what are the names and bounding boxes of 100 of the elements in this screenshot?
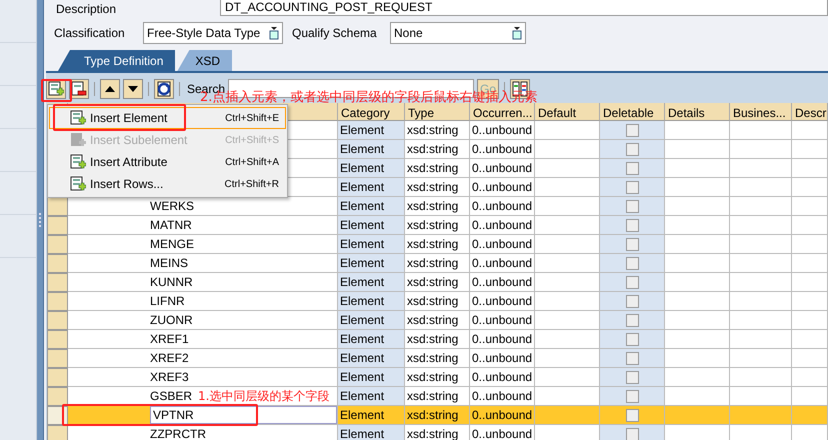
column-header[interactable]: Details (665, 103, 730, 121)
row-selector[interactable] (47, 292, 68, 311)
checkbox[interactable] (626, 200, 638, 213)
checkbox[interactable] (626, 124, 638, 137)
table-cell: xsd:string (405, 140, 470, 159)
table-cell: Element (338, 292, 405, 311)
row-selector[interactable] (47, 197, 68, 216)
checkbox[interactable] (626, 295, 638, 308)
table-cell (792, 254, 828, 273)
table-cell (730, 311, 792, 330)
table-cell (730, 178, 792, 197)
tab[interactable]: XSD (177, 50, 232, 71)
remove-row-icon (71, 80, 87, 96)
splitter-grip-icon[interactable] (38, 213, 42, 227)
table-cell: 0..unbound (470, 216, 535, 235)
table-cell: xsd:string (405, 197, 470, 216)
add-element-icon (70, 110, 86, 126)
table-cell (730, 140, 792, 159)
table-cell (792, 406, 828, 425)
checkbox[interactable] (626, 219, 638, 232)
move-up-button[interactable] (100, 78, 120, 98)
table-cell: xsd:string (405, 178, 470, 197)
row-selector[interactable] (47, 216, 68, 235)
menu-item[interactable]: Insert Attribute Ctrl+Shift+A (49, 151, 286, 173)
checkbox[interactable] (626, 143, 638, 156)
table-cell: 0..unbound (470, 349, 535, 368)
checkbox[interactable] (626, 390, 638, 403)
row-selector[interactable] (47, 311, 68, 330)
name-input-field[interactable]: VPTNR (150, 406, 337, 424)
column-header[interactable]: Busines... (730, 103, 792, 121)
move-down-button[interactable] (123, 78, 143, 98)
checkbox[interactable] (626, 238, 638, 251)
add-row-button[interactable] (46, 78, 66, 98)
table-cell: 0..unbound (470, 330, 535, 349)
row-selector[interactable] (47, 330, 68, 349)
table-cell: Element (338, 406, 405, 425)
row-selector[interactable] (47, 368, 68, 387)
add-element-icon (70, 154, 86, 170)
table-cell: xsd:string (405, 235, 470, 254)
table-cell: Element (338, 197, 405, 216)
row-selector[interactable] (47, 406, 68, 425)
checkbox[interactable] (626, 162, 638, 175)
column-header[interactable]: Occurren... (470, 103, 535, 121)
row-selector[interactable] (47, 425, 68, 440)
checkbox[interactable] (626, 333, 638, 346)
column-header[interactable]: Deletable (600, 103, 665, 121)
checkbox[interactable] (626, 371, 638, 384)
checkbox[interactable] (626, 181, 638, 194)
table-cell: Element (338, 216, 405, 235)
table-cell (792, 235, 828, 254)
table-cell: xsd:string (405, 406, 470, 425)
checkbox[interactable] (626, 352, 638, 365)
table-cell (730, 197, 792, 216)
dropdown-field[interactable]: None (390, 22, 526, 44)
table-cell: xsd:string (405, 292, 470, 311)
table-cell: 0..unbound (470, 254, 535, 273)
table-cell: 0..unbound (470, 197, 535, 216)
shortcut-text: Ctrl+Shift+S (225, 134, 279, 146)
add-row-icon (48, 80, 64, 96)
table-cell: MATNR (68, 216, 338, 235)
table-cell: 0..unbound (470, 292, 535, 311)
row-selector[interactable] (47, 349, 68, 368)
shortcut-text: Ctrl+Shift+R (224, 178, 279, 190)
table-cell: Element (338, 368, 405, 387)
table-cell: 0..unbound (470, 273, 535, 292)
row-selector[interactable] (47, 254, 68, 273)
field-label: Description (56, 2, 118, 16)
add-element-icon (70, 176, 86, 192)
annotation-text: 1.选中同层级的某个字段 (198, 389, 330, 403)
checkbox[interactable] (626, 276, 638, 289)
table-cell: 0..unbound (470, 121, 535, 140)
table-cell (730, 254, 792, 273)
table-cell: 0..unbound (470, 425, 535, 440)
menu-item-label: Insert Attribute (90, 155, 168, 169)
dropdown-field[interactable]: Free-Style Data Type (143, 22, 283, 44)
menu-item[interactable]: Insert Rows... Ctrl+Shift+R (49, 173, 286, 195)
checkbox[interactable] (626, 257, 638, 270)
checkbox[interactable] (626, 428, 638, 440)
column-header[interactable]: Type (405, 103, 470, 121)
column-header[interactable]: Category (338, 103, 405, 121)
table-cell: Element (338, 159, 405, 178)
menu-item[interactable]: Insert Element Ctrl+Shift+E (49, 107, 286, 129)
description-field[interactable]: DT_ACCOUNTING_POST_REQUEST (220, 0, 828, 16)
refresh-button[interactable] (154, 78, 174, 98)
table-cell: Element (338, 140, 405, 159)
row-selector[interactable] (47, 387, 68, 406)
table-cell: xsd:string (405, 368, 470, 387)
table-cell: 0..unbound (470, 311, 535, 330)
remove-row-button[interactable] (69, 78, 89, 98)
table-cell: Element (338, 349, 405, 368)
tab[interactable]: Type Definition (58, 50, 176, 71)
checkbox[interactable] (626, 409, 638, 422)
checkbox[interactable] (626, 314, 638, 327)
column-header[interactable]: Default (535, 103, 600, 121)
column-header[interactable]: Descr (792, 103, 828, 121)
table-cell (730, 159, 792, 178)
row-selector[interactable] (47, 273, 68, 292)
row-selector[interactable] (47, 235, 68, 254)
table-cell: Element (338, 387, 405, 406)
table-cell (792, 159, 828, 178)
